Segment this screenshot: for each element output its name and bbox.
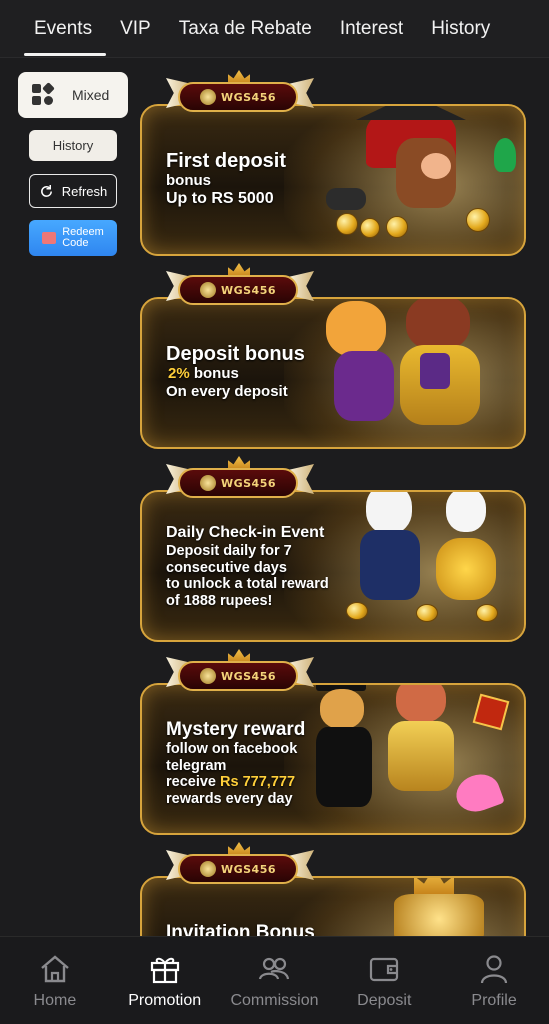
card-line: bonus bbox=[166, 172, 211, 189]
nav-label: Deposit bbox=[357, 991, 412, 1009]
pirate-illustration bbox=[326, 106, 516, 248]
card-line: bonus bbox=[189, 365, 239, 382]
card-line: telegram bbox=[166, 757, 227, 774]
user-icon bbox=[480, 954, 508, 983]
nav-label: Home bbox=[33, 991, 77, 1009]
promo-card-text: Invitation Bonus bbox=[166, 922, 315, 936]
promo-card-daily-checkin[interactable]: WGS456 Daily Check-in Event Deposit dail… bbox=[140, 456, 526, 642]
top-tab-bar: Events VIP Taxa de Rebate Interest Histo… bbox=[0, 0, 549, 58]
promo-card-first-deposit[interactable]: WGS456 First deposit bonus Up to RS 5000 bbox=[140, 70, 526, 256]
bonus-percent: 2% bbox=[168, 365, 190, 382]
card-line: Up to RS 5000 bbox=[166, 190, 274, 207]
crown-chest-illustration bbox=[384, 878, 504, 936]
tab-rebate[interactable]: Taxa de Rebate bbox=[165, 0, 326, 58]
promo-card-text: Daily Check-in Event Deposit daily for 7… bbox=[166, 523, 329, 609]
nav-home[interactable]: Home bbox=[5, 952, 105, 1010]
card-title: Deposit bonus bbox=[166, 343, 305, 365]
card-line: of 1888 rupees! bbox=[166, 592, 273, 609]
card-line: On every deposit bbox=[166, 383, 288, 400]
promotion-list: WGS456 First deposit bonus Up to RS 5000 bbox=[140, 70, 530, 936]
promo-card-mystery-reward[interactable]: WGS456 Mystery reward follow on facebook… bbox=[140, 649, 526, 835]
badge-text: WGS456 bbox=[220, 90, 277, 104]
badge-text: WGS456 bbox=[220, 476, 277, 490]
redeem-label-line2: Code bbox=[62, 237, 89, 249]
card-title: Invitation Bonus bbox=[166, 922, 315, 936]
promo-card-text: Deposit bonus 2% bonus On every deposit bbox=[166, 343, 305, 401]
card-title: Daily Check-in Event bbox=[166, 524, 325, 541]
nav-deposit[interactable]: Deposit bbox=[334, 952, 434, 1010]
people-icon bbox=[259, 957, 290, 979]
nav-label: Commission bbox=[230, 991, 319, 1009]
brand-badge: WGS456 bbox=[166, 263, 314, 309]
gift-icon bbox=[150, 957, 179, 983]
redeem-gift-icon bbox=[42, 232, 57, 244]
grid-icon bbox=[32, 82, 55, 106]
refresh-icon bbox=[40, 184, 52, 197]
refresh-label: Refresh bbox=[61, 183, 108, 199]
promo-card-text: Mystery reward follow on facebook telegr… bbox=[166, 719, 305, 807]
card-line: receive bbox=[166, 774, 221, 790]
tab-interest[interactable]: Interest bbox=[326, 0, 417, 58]
badge-text: WGS456 bbox=[220, 283, 277, 297]
promo-card-invitation-bonus[interactable]: WGS456 Invitation Bonus bbox=[140, 842, 526, 936]
nav-promotion[interactable]: Promotion bbox=[115, 952, 215, 1010]
badge-text: WGS456 bbox=[220, 862, 277, 876]
mixed-filter-button[interactable]: Mixed bbox=[18, 72, 128, 118]
nav-label: Profile bbox=[471, 991, 517, 1009]
rabbit-illustration bbox=[346, 492, 516, 634]
nav-label: Promotion bbox=[128, 991, 202, 1009]
tab-vip[interactable]: VIP bbox=[106, 0, 165, 58]
app-root: Events VIP Taxa de Rebate Interest Histo… bbox=[0, 0, 549, 1024]
tab-history[interactable]: History bbox=[417, 0, 504, 58]
card-line: rewards every day bbox=[166, 790, 293, 807]
reward-amount: Rs 777,777 bbox=[220, 774, 296, 790]
history-button[interactable]: History bbox=[29, 130, 117, 161]
brand-badge: WGS456 bbox=[166, 456, 314, 502]
wallet-icon bbox=[370, 957, 399, 981]
card-title: First deposit bbox=[166, 150, 287, 172]
card-line: follow on facebook bbox=[166, 741, 298, 757]
card-title: Mystery reward bbox=[166, 719, 306, 740]
redeem-code-button[interactable]: Redeem Code bbox=[29, 220, 117, 256]
refresh-button[interactable]: Refresh bbox=[29, 174, 117, 208]
card-line: Deposit daily for 7 bbox=[166, 543, 292, 559]
brand-badge: WGS456 bbox=[166, 842, 314, 888]
brand-badge: WGS456 bbox=[166, 70, 314, 116]
promo-card-deposit-bonus[interactable]: WGS456 Deposit bonus 2% bonus On every d… bbox=[140, 263, 526, 449]
card-line: to unlock a total reward bbox=[166, 576, 329, 592]
card-line: consecutive days bbox=[166, 559, 287, 576]
badge-text: WGS456 bbox=[220, 669, 277, 683]
tab-events[interactable]: Events bbox=[0, 0, 107, 58]
home-icon bbox=[41, 954, 69, 982]
promo-card-text: First deposit bonus Up to RS 5000 bbox=[166, 150, 286, 208]
nav-profile[interactable]: Profile bbox=[444, 952, 544, 1010]
handshake-illustration bbox=[316, 685, 516, 827]
bottom-navigation: Home Promotion Commission Deposit Profil… bbox=[0, 936, 549, 1024]
nav-commission[interactable]: Commission bbox=[224, 952, 324, 1010]
filter-sidebar: Mixed History Refresh Redeem Code bbox=[18, 72, 130, 256]
tiger-ox-illustration bbox=[316, 299, 516, 441]
brand-badge: WGS456 bbox=[166, 649, 314, 695]
mixed-label: Mixed bbox=[72, 87, 110, 103]
